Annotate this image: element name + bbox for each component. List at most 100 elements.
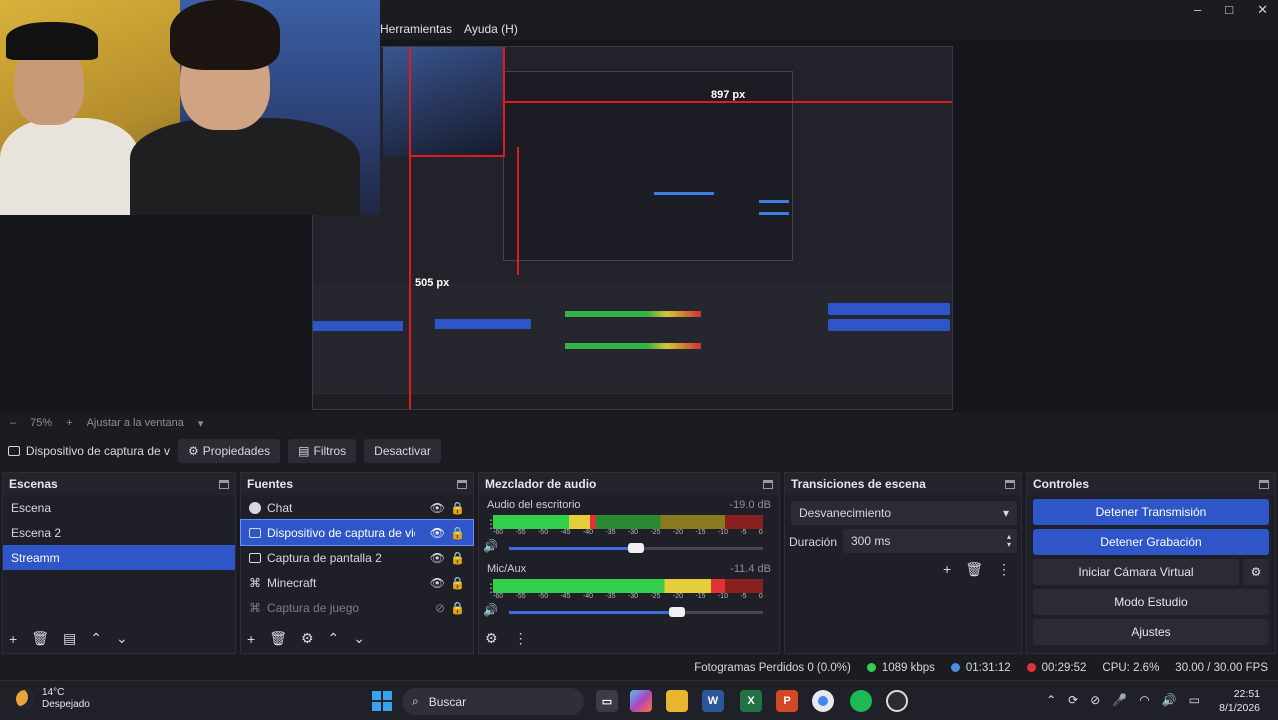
- source-item[interactable]: ⌘ Minecraft 👁 🔒: [241, 570, 473, 595]
- vu-tick-label: -55: [515, 593, 526, 600]
- wifi-icon[interactable]: ◠: [1139, 693, 1149, 707]
- source-item-hidden[interactable]: ⌘ Captura de juego ⊘ 🔒: [241, 595, 473, 620]
- gear-icon[interactable]: ⚙: [301, 630, 314, 647]
- channel-name: Audio del escritorio: [487, 499, 581, 511]
- bitrate: 1089 kbps: [866, 662, 935, 674]
- task-view-icon[interactable]: ▭: [596, 690, 618, 712]
- vu-tick-label: -25: [650, 529, 661, 536]
- network-off-icon[interactable]: ⊘: [1090, 693, 1100, 707]
- chevron-down-icon[interactable]: ▾: [198, 417, 204, 430]
- taskbar-search[interactable]: ⌕ Buscar: [402, 688, 584, 715]
- speaker-icon[interactable]: 🔊: [483, 603, 498, 617]
- add-icon[interactable]: +: [943, 561, 951, 578]
- spinner-icon[interactable]: ▴ ▾: [1007, 533, 1011, 549]
- nested-preview: 897 px 505 px: [312, 46, 953, 410]
- undock-icon[interactable]: [219, 479, 229, 489]
- volume-slider[interactable]: [509, 607, 763, 617]
- audio-mixer-dock: Mezclador de audio Audio del escritorio …: [478, 472, 780, 654]
- trash-icon[interactable]: 🗑: [965, 561, 983, 578]
- vu-scale: -60 -55 -50 -45 -40 -35 -30 -25 -20 -15 -10 -5 0: [493, 593, 763, 600]
- mixer-menu-icon[interactable]: ⋮: [514, 630, 528, 647]
- volume-icon[interactable]: 🔊: [1162, 693, 1177, 707]
- move-up-icon[interactable]: ⌃: [328, 630, 340, 647]
- move-down-icon[interactable]: ⌄: [116, 630, 128, 647]
- lock-icon[interactable]: 🔒: [450, 526, 465, 540]
- move-up-icon[interactable]: ⌃: [90, 630, 102, 647]
- filters-button[interactable]: ▤ Filtros: [288, 439, 357, 463]
- volume-knob[interactable]: [628, 543, 644, 553]
- gear-icon: ⚙: [188, 444, 199, 458]
- stop-stream-button[interactable]: Detener Transmisión: [1033, 499, 1269, 525]
- powerpoint-icon[interactable]: P: [776, 690, 798, 712]
- eye-hidden-icon[interactable]: ⊘: [435, 601, 445, 615]
- lock-icon[interactable]: 🔒: [450, 551, 465, 565]
- source-item[interactable]: Captura de pantalla 2 👁 🔒: [241, 545, 473, 570]
- transition-select[interactable]: Desvanecimiento ▾: [791, 501, 1017, 525]
- zoom-in-icon[interactable]: +: [66, 417, 72, 429]
- undock-icon[interactable]: [763, 479, 773, 489]
- zoom-fit-select[interactable]: Ajustar a la ventana: [87, 417, 184, 429]
- properties-button[interactable]: ⚙ Propiedades: [178, 439, 281, 463]
- chevron-up-icon[interactable]: ⌃: [1046, 693, 1056, 707]
- eye-icon[interactable]: 👁: [430, 526, 445, 540]
- trash-icon[interactable]: 🗑: [269, 630, 287, 647]
- mixer-title: Mezclador de audio: [485, 477, 597, 491]
- width-label: 897 px: [711, 89, 746, 101]
- minimize-button[interactable]: –: [1194, 2, 1201, 18]
- eye-icon[interactable]: 👁: [430, 576, 445, 590]
- scenes-dock: Escenas Escena Escena 2 Streamm + 🗑 ▤ ⌃ …: [2, 472, 236, 654]
- zoom-out-icon[interactable]: –: [10, 417, 16, 429]
- start-button[interactable]: [372, 691, 392, 711]
- stop-recording-button[interactable]: Detener Grabación: [1033, 529, 1269, 555]
- microphone-icon[interactable]: 🎤: [1112, 693, 1127, 707]
- file-explorer-icon[interactable]: [666, 690, 688, 712]
- chevron-down-icon: ▾: [1002, 506, 1009, 520]
- add-icon[interactable]: +: [9, 631, 17, 647]
- copilot-icon[interactable]: [630, 690, 652, 712]
- virtual-camera-button[interactable]: Iniciar Cámara Virtual: [1033, 559, 1239, 585]
- vu-scale: -60 -55 -50 -45 -40 -35 -30 -25 -20 -15 -10 -5 0: [493, 529, 763, 536]
- undock-icon[interactable]: [1005, 479, 1015, 489]
- menu-icon[interactable]: ⋮: [997, 561, 1011, 578]
- studio-mode-button[interactable]: Modo Estudio: [1033, 589, 1269, 615]
- sync-icon[interactable]: ⟳: [1068, 693, 1078, 707]
- word-icon[interactable]: W: [702, 690, 724, 712]
- filter-icon[interactable]: ▤: [63, 630, 76, 647]
- add-icon[interactable]: +: [247, 631, 255, 647]
- vu-tick-label: -60: [493, 529, 504, 536]
- speaker-icon[interactable]: 🔊: [483, 539, 498, 553]
- settings-button[interactable]: Ajustes: [1033, 619, 1269, 645]
- spotify-icon[interactable]: [850, 690, 872, 712]
- menu-tools[interactable]: Herramientas: [380, 22, 452, 40]
- clock[interactable]: 22:51 8/1/2026: [1219, 687, 1260, 715]
- volume-knob[interactable]: [668, 607, 685, 617]
- mixer-settings-icon[interactable]: ⚙: [485, 630, 498, 647]
- eye-icon[interactable]: 👁: [430, 551, 445, 565]
- chrome-icon[interactable]: [812, 690, 834, 712]
- scene-item[interactable]: Escena 2: [3, 520, 235, 545]
- trash-icon[interactable]: 🗑: [31, 630, 49, 647]
- excel-icon[interactable]: X: [740, 690, 762, 712]
- battery-icon[interactable]: ▭: [1189, 693, 1200, 707]
- maximize-button[interactable]: □: [1225, 2, 1233, 18]
- webcam-feed: [0, 0, 380, 215]
- deactivate-button[interactable]: Desactivar: [364, 439, 441, 463]
- lock-icon[interactable]: 🔒: [450, 601, 465, 615]
- volume-slider[interactable]: [509, 543, 763, 553]
- source-item-selected[interactable]: Dispositivo de captura de vid 👁 🔒: [240, 519, 474, 546]
- virtual-camera-settings-button[interactable]: ⚙: [1243, 559, 1269, 585]
- obs-icon[interactable]: [886, 690, 908, 712]
- undock-icon[interactable]: [1259, 479, 1269, 489]
- close-button[interactable]: ✕: [1257, 2, 1268, 18]
- undock-icon[interactable]: [457, 479, 467, 489]
- menu-help[interactable]: Ayuda (H): [464, 22, 518, 40]
- move-down-icon[interactable]: ⌄: [353, 630, 365, 647]
- source-item[interactable]: Chat 👁 🔒: [241, 495, 473, 520]
- lock-icon[interactable]: 🔒: [450, 576, 465, 590]
- lock-icon[interactable]: 🔒: [450, 501, 465, 515]
- scene-item-selected[interactable]: Streamm: [3, 545, 235, 570]
- weather-widget[interactable]: 14°C Despejado: [16, 687, 90, 711]
- duration-input[interactable]: 300 ms ▴ ▾: [843, 529, 1017, 553]
- scene-item[interactable]: Escena: [3, 495, 235, 520]
- eye-icon[interactable]: 👁: [430, 501, 445, 515]
